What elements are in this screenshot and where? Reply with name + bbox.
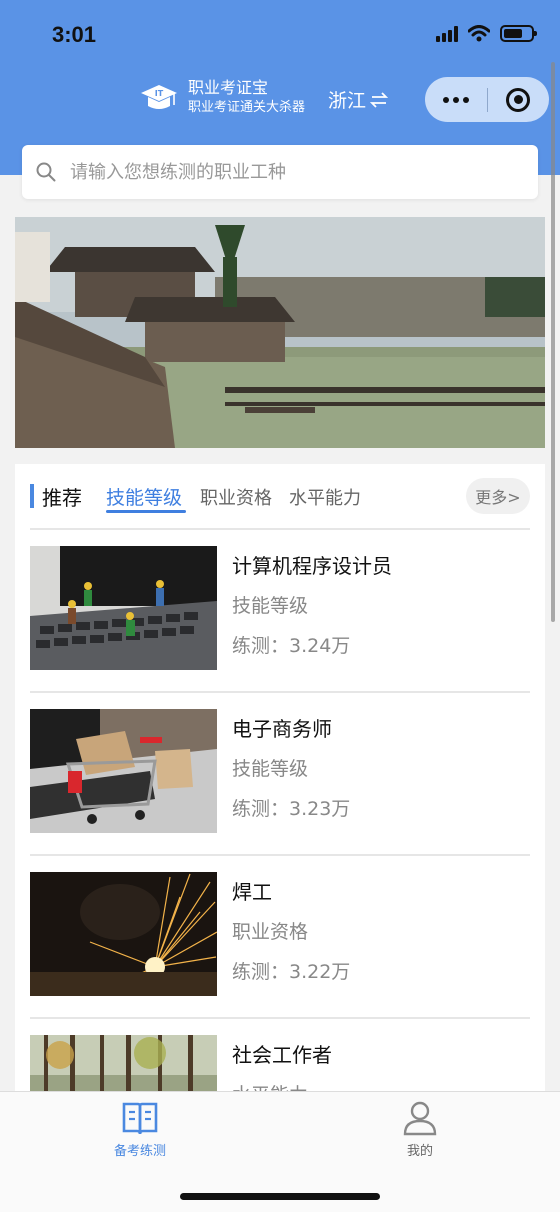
close-target-icon [506, 87, 531, 112]
active-tab-underline [106, 510, 186, 513]
tab-exam-practice[interactable]: 备考练测 [70, 1100, 210, 1159]
swap-icon [370, 91, 389, 108]
item-thumbnail [30, 872, 217, 996]
more-button[interactable]: 更多> [466, 478, 530, 514]
list-item[interactable]: 计算机程序设计员 技能等级 练测：3.24万 [30, 530, 530, 693]
more-menu-button[interactable] [425, 96, 487, 103]
tab-ability-level[interactable]: 水平能力 [289, 484, 361, 510]
close-miniapp-button[interactable] [487, 87, 549, 112]
item-practice-count: 练测：3.24万 [232, 635, 351, 657]
section-title: 推荐 [42, 486, 82, 510]
tab-label: 备考练测 [113, 1144, 166, 1159]
water-town-photo [15, 217, 545, 448]
brand: IT 职业考证宝 职业考证通关大杀器 [140, 78, 305, 118]
search-input[interactable] [70, 161, 490, 183]
region-selector[interactable]: 浙江 [328, 86, 389, 113]
home-indicator [180, 1193, 380, 1200]
banner-image[interactable] [15, 217, 545, 448]
scrollbar[interactable] [551, 62, 555, 622]
graduation-cap-icon: IT [141, 85, 177, 109]
category-tabs: 推荐 技能等级 职业资格 水平能力 更多> [30, 464, 530, 530]
search-bar[interactable] [22, 145, 538, 199]
item-thumbnail [30, 709, 217, 833]
list-item[interactable]: 电子商务师 技能等级 练测：3.23万 [30, 693, 530, 856]
status-time: 3:01 [52, 22, 97, 47]
list-item[interactable]: 焊工 职业资格 练测：3.22万 [30, 856, 530, 1019]
battery-icon [500, 25, 537, 42]
user-icon [403, 1101, 437, 1136]
item-category: 职业资格 [232, 921, 309, 943]
recommend-panel: 推荐 技能等级 职业资格 水平能力 更多> 计算机程序设计员 技能等级 练测：3… [15, 464, 545, 1094]
search-icon [36, 162, 56, 182]
item-name: 计算机程序设计员 [232, 554, 392, 578]
item-thumbnail [30, 546, 217, 670]
wifi-icon [468, 25, 490, 42]
item-name: 社会工作者 [232, 1043, 332, 1067]
region-label: 浙江 [328, 90, 367, 112]
cellular-signal-icon [436, 25, 458, 42]
tab-mine[interactable]: 我的 [350, 1100, 490, 1159]
item-practice-count: 练测：3.23万 [232, 798, 351, 820]
item-name: 电子商务师 [232, 717, 332, 741]
tab-label: 我的 [406, 1144, 433, 1159]
item-thumbnail [30, 1035, 217, 1094]
tab-professional-qualification[interactable]: 职业资格 [200, 484, 272, 510]
item-practice-count: 练测：3.22万 [232, 961, 351, 983]
item-name: 焊工 [232, 880, 272, 904]
svg-text:IT: IT [155, 89, 164, 98]
app-subtitle: 职业考证通关大杀器 [188, 100, 306, 115]
item-category: 技能等级 [232, 758, 309, 780]
status-icons [436, 25, 537, 42]
miniapp-capsule [425, 77, 549, 122]
item-category: 技能等级 [232, 595, 309, 617]
app-title: 职业考证宝 [188, 78, 269, 97]
tab-skill-level[interactable]: 技能等级 [106, 483, 182, 510]
list-item[interactable]: 社会工作者 水平能力 [30, 1019, 530, 1094]
section-marker [30, 484, 34, 508]
book-icon [122, 1102, 158, 1135]
